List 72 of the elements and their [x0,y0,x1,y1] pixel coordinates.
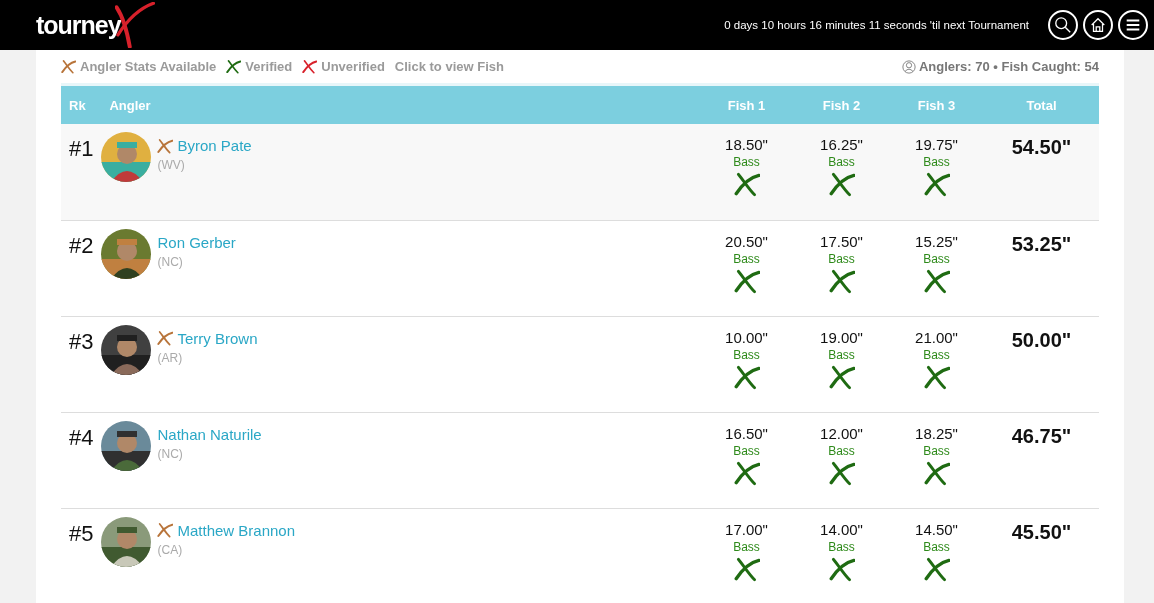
angler-name-link[interactable]: Nathan Naturile [157,425,262,443]
fish-length: 21.00" [914,328,959,346]
species-text: Bass [827,155,856,169]
logo-text[interactable]: tourney [36,10,121,40]
search-icon [1054,16,1072,34]
fish-length: 16.50" [724,424,769,442]
species-text: Bass [732,443,761,458]
legend-label: Click to view Fish [394,59,504,74]
species-text: Bass [732,251,761,266]
species-text: Bass [922,539,951,554]
home-icon [1089,16,1107,34]
unverified-x-icon [302,59,318,74]
total-length: 54.50" [1011,136,1072,158]
total-length: 45.50" [1011,520,1072,543]
state-text: (WV) [157,158,186,172]
countdown-text: 0 days 10 hours 16 minutes 11 seconds 'til next Tournament [724,19,1029,31]
fish-length: 19.00" [819,328,864,346]
fish-length: 18.25" [914,424,959,442]
fish-length: 10.00" [724,328,769,346]
fish-length: 17.50" [819,232,864,250]
fish-length: 16.25" [819,136,864,153]
state-text: (NC) [157,254,184,269]
fish-length: 12.00" [819,424,864,442]
legend-label: Verified [245,59,293,74]
fish-length: 17.00" [724,520,769,538]
column-header: Total [984,84,1099,124]
angler-name-link[interactable]: Matthew Brannon [177,521,296,539]
species-text: Bass [732,539,761,554]
state-text: (AR) [157,350,184,365]
species-text: Bass [922,155,951,169]
rank-text: #3 [69,328,94,354]
rank-text: #2 [69,232,94,258]
angler-name-link[interactable]: Ron Gerber [157,233,236,251]
angler-name-link[interactable]: Terry Brown [177,329,258,347]
fish-length: 20.50" [724,232,769,250]
total-length: 53.25" [1011,232,1072,255]
rank-text: #4 [69,424,94,450]
species-text: Bass [827,347,856,362]
fish-length: 14.50" [914,520,959,538]
rank-text: #1 [69,136,94,161]
person-icon [901,59,916,74]
species-text: Bass [827,539,856,554]
home-button[interactable] [1083,10,1113,40]
species-text: Bass [922,347,951,362]
species-text: Bass [922,443,951,458]
column-header: Fish 1 [699,84,794,124]
summary-text: Anglers: 70 • Fish Caught: 54 [918,59,1099,74]
column-header: Angler [101,84,699,124]
verified-x-icon [226,59,242,74]
column-header: Rk [61,84,102,124]
angler-name-link[interactable]: Byron Pate [177,137,252,154]
species-text: Bass [827,251,856,266]
fish-length: 19.75" [914,136,959,153]
rank-text: #5 [69,520,94,546]
total-length: 46.75" [1011,424,1072,447]
legend-label: Unverified [321,59,385,74]
state-text: (CA) [157,542,184,557]
species-text: Bass [732,347,761,362]
total-length: 50.00" [1011,328,1072,351]
state-text: (NC) [157,446,184,461]
stats-x-icon [61,59,76,74]
species-text: Bass [732,155,761,169]
column-header: Fish 3 [889,84,984,124]
fish-length: 14.00" [819,520,864,538]
fish-length: 18.50" [724,136,769,153]
legend-label: Angler Stats Available [80,59,217,74]
menu-button[interactable] [1118,10,1148,40]
column-header: Fish 2 [794,84,889,124]
species-text: Bass [827,443,856,458]
species-text: Bass [922,251,951,266]
search-button[interactable] [1048,10,1078,40]
fish-length: 15.25" [914,232,959,250]
